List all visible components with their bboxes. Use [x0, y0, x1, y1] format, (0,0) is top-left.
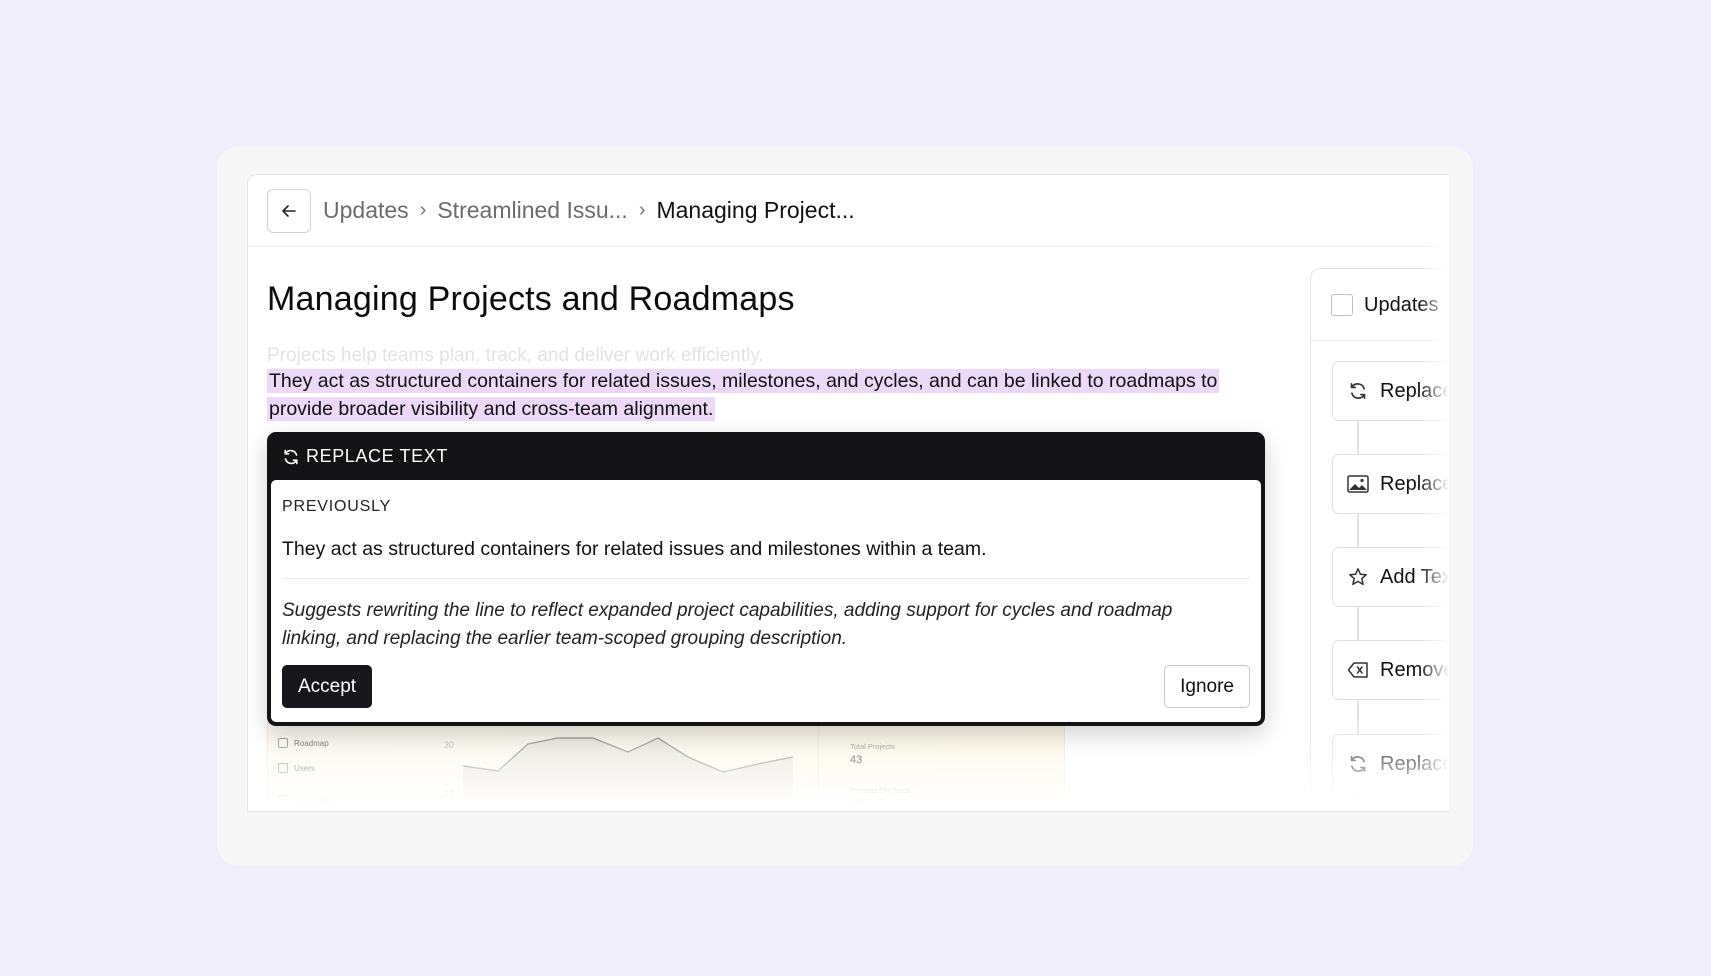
- backspace-icon: [1347, 659, 1369, 681]
- preview-nav-roadmap: Roadmap: [278, 738, 329, 748]
- update-item-label: Replace: [1380, 752, 1449, 775]
- integrations-icon: [278, 795, 288, 805]
- update-item-replace[interactable]: Replace: [1332, 361, 1449, 421]
- preview-stat-label: Projects On-Track: [850, 786, 911, 795]
- back-button[interactable]: [267, 189, 311, 233]
- preview-nav-users: Users: [278, 763, 315, 773]
- app-window: Updates › Streamlined Issu... › Managing…: [247, 174, 1449, 812]
- preview-tick: 30: [444, 740, 455, 750]
- preview-stat-value: 43: [850, 754, 863, 766]
- highlighted-text: They act as structured containers for re…: [267, 369, 1220, 421]
- refresh-icon: [1347, 380, 1369, 402]
- previously-label: PREVIOUSLY: [282, 498, 392, 515]
- popup-divider: [282, 578, 1250, 579]
- previous-text: They act as structured containers for re…: [282, 538, 987, 560]
- update-item-replace-2[interactable]: Replace: [1332, 734, 1449, 794]
- update-item-label: Add Tex: [1380, 565, 1449, 588]
- highlighted-paragraph[interactable]: They act as structured containers for re…: [267, 368, 1267, 423]
- preview-divider: [818, 724, 819, 811]
- preview-area-chart: [463, 737, 794, 811]
- updates-panel-title: Updates: [1364, 294, 1439, 316]
- panel-divider: [1311, 340, 1449, 341]
- update-item-label: Replace: [1380, 472, 1449, 495]
- breadcrumb-separator: ›: [638, 199, 646, 221]
- roadmap-icon: [278, 738, 288, 748]
- preview-tick: 20: [444, 789, 455, 799]
- top-bar: Updates › Streamlined Issu... › Managing…: [248, 175, 1449, 247]
- breadcrumb-separator: ›: [419, 199, 427, 221]
- breadcrumb-current: Managing Project...: [656, 197, 855, 223]
- dashboard-preview-image: Roadmap Users Integrations 30 20 Total P…: [267, 723, 1065, 811]
- refresh-icon: [1347, 753, 1369, 775]
- update-item-label: Replace: [1380, 379, 1449, 402]
- popup-header: REPLACE TEXT: [282, 446, 448, 467]
- update-item-add-text[interactable]: Add Tex: [1332, 547, 1449, 607]
- updates-panel: Updates Replace Replace Add Tex Remove R…: [1310, 268, 1449, 811]
- suggestion-description: Suggests rewriting the line to reflect e…: [282, 600, 1173, 649]
- update-item-label: Remove: [1380, 658, 1449, 681]
- page-title: Managing Projects and Roadmaps: [267, 280, 795, 318]
- faded-paragraph: Projects help teams plan, track, and del…: [267, 345, 764, 366]
- updates-checkbox[interactable]: [1331, 294, 1353, 316]
- breadcrumb-streamlined[interactable]: Streamlined Issu...: [437, 197, 627, 224]
- image-icon: [1347, 473, 1369, 495]
- preview-nav-integrations: Integrations: [278, 795, 336, 805]
- replace-text-popup: REPLACE TEXT PREVIOUSLY They act as stru…: [267, 432, 1265, 726]
- star-icon: [1347, 566, 1369, 588]
- refresh-icon: [284, 449, 298, 464]
- breadcrumb: Updates › Streamlined Issu... › Managing…: [323, 197, 855, 224]
- update-item-replace-image[interactable]: Replace: [1332, 454, 1449, 514]
- arrow-left-icon: [282, 205, 296, 217]
- popup-body: PREVIOUSLY They act as structured contai…: [271, 480, 1261, 722]
- preview-stat-value: 32: [850, 798, 863, 810]
- ignore-button[interactable]: Ignore: [1164, 665, 1250, 708]
- breadcrumb-updates[interactable]: Updates: [323, 197, 409, 224]
- accept-button[interactable]: Accept: [282, 665, 373, 708]
- popup-title: REPLACE TEXT: [306, 446, 448, 466]
- preview-stat-label: Total Projects: [850, 742, 896, 751]
- update-item-remove[interactable]: Remove: [1332, 640, 1449, 700]
- user-icon: [278, 763, 288, 773]
